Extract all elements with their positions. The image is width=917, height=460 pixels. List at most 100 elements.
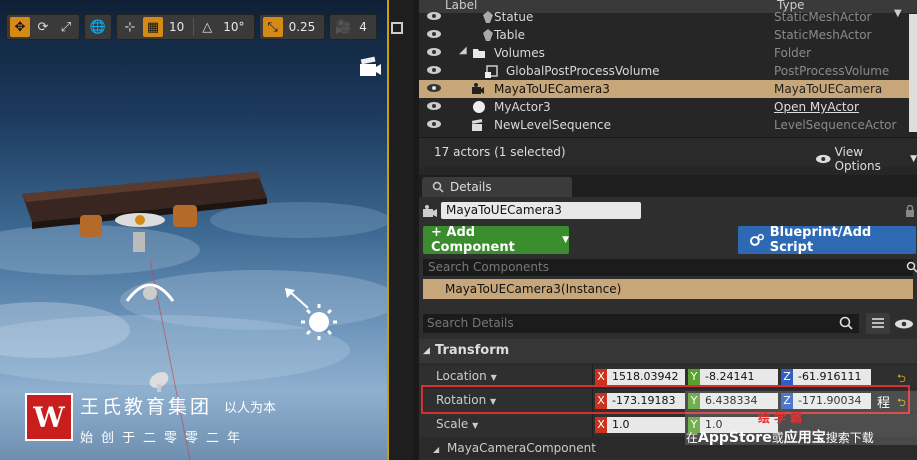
blueprint-add-script-button[interactable]: Blueprint/Add Script [738, 225, 916, 255]
world-space-icon[interactable]: 🌐 [88, 17, 108, 37]
chevron-down-icon: ▼ [472, 421, 479, 430]
row-name: MayaToUECamera3 [494, 82, 610, 96]
scale-label[interactable]: Scale ▼ [436, 417, 478, 431]
grid-snap-group: ⊹ ▦ 10 △ 10° [116, 14, 255, 40]
add-component-button[interactable]: + Add Component ▼ [423, 225, 569, 255]
add-component-label: + Add Component [431, 225, 515, 255]
lock-icon[interactable] [905, 205, 915, 217]
cinematic-camera-icon[interactable] [358, 56, 382, 78]
blueprint-add-script-label: Blueprint/Add Script [769, 225, 872, 255]
outliner-row-newlevelsequence[interactable]: NewLevelSequence LevelSequenceActor [419, 116, 909, 134]
outliner-row-statue[interactable]: Statue StaticMeshActor [419, 8, 909, 26]
actor-name-row: MayaToUECamera3 [419, 201, 917, 221]
row-name: MyActor3 [494, 100, 551, 114]
outliner-scrollbar[interactable] [909, 14, 917, 132]
visibility-eye-icon[interactable] [427, 83, 441, 93]
location-y-value[interactable]: -8.24141 [700, 369, 778, 385]
transform-section-title: Transform [435, 343, 510, 358]
scale-x-value[interactable]: 1.0 [607, 417, 685, 433]
camera-rig-mesh[interactable] [75, 200, 205, 260]
tab-details[interactable]: Details [422, 177, 572, 197]
eye-icon[interactable] [895, 319, 913, 329]
level-viewport[interactable]: ✥ ⟳ ⤢ 🌐 ⊹ ▦ 10 △ 10° ⤡ 0.25 🎥 4 W 王氏教育集团… [0, 0, 387, 460]
scale-snap-icon[interactable]: ⤡ [262, 17, 283, 37]
viewport-frame [387, 0, 413, 460]
wm-prefix: 在 [686, 431, 699, 445]
camera-icon [423, 205, 437, 217]
chevron-down-icon: ▼ [910, 154, 917, 164]
surface-snap-icon[interactable]: ⊹ [120, 17, 140, 37]
visibility-eye-icon[interactable] [427, 65, 441, 75]
grid-snap-icon[interactable]: ▦ [143, 17, 163, 37]
scale-x-field[interactable]: X 1.0 [595, 417, 685, 433]
wm-store: AppStore [698, 430, 772, 446]
instance-label: MayaToUECamera3(Instance) [445, 282, 622, 296]
actor-count: 17 actors (1 selected) [434, 145, 566, 159]
outliner-row-postprocess[interactable]: GlobalPostProcessVolume PostProcessVolum… [419, 62, 909, 80]
row-name: NewLevelSequence [494, 118, 612, 132]
wm-alt: 应用宝 [783, 430, 826, 446]
visibility-eye-icon[interactable] [427, 47, 441, 57]
eye-icon [816, 154, 831, 164]
row-type: MayaToUECamera [774, 82, 883, 96]
sequence-icon [471, 119, 483, 131]
viewport-toolbar: ✥ ⟳ ⤢ 🌐 ⊹ ▦ 10 △ 10° ⤡ 0.25 🎥 4 [0, 12, 387, 42]
transform-section-header[interactable]: ◢ Transform [419, 339, 917, 363]
brand-title: 王氏教育集团 [80, 396, 213, 418]
actor-name-field[interactable]: MayaToUECamera3 [441, 202, 641, 219]
open-myactor-link[interactable]: Open MyActor [774, 100, 859, 114]
row-name: Volumes [494, 46, 545, 60]
location-y-field[interactable]: Y -8.24141 [688, 369, 778, 385]
tab-details-label: Details [450, 180, 492, 194]
watermark-brand: 绘学霸 [758, 411, 807, 425]
scale-snap-value[interactable]: 0.25 [286, 20, 322, 34]
row-type: PostProcessVolume [774, 64, 890, 78]
divider [193, 18, 195, 36]
camera-speed-icon[interactable]: 🎥 [333, 17, 353, 37]
visibility-eye-icon[interactable] [427, 101, 441, 111]
light-actor-icon[interactable] [125, 275, 175, 305]
row-name: Table [494, 28, 526, 42]
component-instance-row[interactable]: MayaToUECamera3(Instance) [423, 279, 913, 299]
axis-z-label: Z [781, 369, 793, 385]
location-z-value[interactable]: -61.916111 [793, 369, 871, 385]
move-tool-icon[interactable]: ✥ [10, 17, 30, 37]
row-type: LevelSequenceActor [774, 118, 897, 132]
visibility-eye-icon[interactable] [427, 29, 441, 39]
expand-arrow-icon[interactable]: ◢ [459, 45, 467, 56]
satellite-dish-icon[interactable] [147, 370, 173, 394]
grid-icon [872, 318, 884, 328]
rotation-snap-value[interactable]: 10° [220, 20, 250, 34]
view-options-button[interactable]: View Options ▼ [816, 145, 917, 173]
location-label[interactable]: Location ▼ [436, 369, 497, 383]
directional-light-icon[interactable] [283, 288, 343, 343]
outliner-row-myactor3[interactable]: MyActor3 Open MyActor [419, 98, 909, 116]
rotate-tool-icon[interactable]: ⟳ [33, 17, 53, 37]
brand-slogan: 以人为本 [224, 401, 277, 416]
outliner-row-table[interactable]: Table StaticMeshActor [419, 26, 909, 44]
scale-snap-group: ⤡ 0.25 [258, 14, 326, 40]
grid-snap-value[interactable]: 10 [166, 20, 190, 34]
folder-icon [473, 49, 485, 58]
restore-viewport-icon[interactable] [391, 22, 403, 34]
camera-speed-value[interactable]: 4 [356, 20, 373, 34]
search-icon [839, 316, 853, 330]
transform-tools: ✥ ⟳ ⤢ [6, 14, 80, 40]
outliner-row-mayatouecamera3[interactable]: MayaToUECamera3 MayaToUECamera [419, 80, 909, 98]
mesh-icon [483, 11, 493, 23]
ue-editor: ✥ ⟳ ⤢ 🌐 ⊹ ▦ 10 △ 10° ⤡ 0.25 🎥 4 W 王氏教育集团… [0, 0, 917, 460]
rotation-snap-icon[interactable]: △ [197, 17, 217, 37]
location-z-field[interactable]: Z -61.916111 [781, 369, 871, 385]
location-x-field[interactable]: X 1518.03942 [595, 369, 685, 385]
property-matrix-button[interactable] [866, 313, 890, 334]
scale-tool-icon[interactable]: ⤢ [56, 17, 76, 37]
search-components-input[interactable]: Search Components [423, 259, 913, 276]
view-options-label: View Options [834, 145, 881, 173]
brand-subtitle: 始创于二零零二年 [80, 431, 249, 446]
outliner-row-volumes[interactable]: ◢ Volumes Folder [419, 44, 909, 62]
search-details-input[interactable]: Search Details [423, 314, 859, 333]
outliner-footer: 17 actors (1 selected) View Options ▼ [419, 137, 917, 173]
visibility-eye-icon[interactable] [427, 11, 441, 21]
visibility-eye-icon[interactable] [427, 119, 441, 129]
location-x-value[interactable]: 1518.03942 [607, 369, 685, 385]
